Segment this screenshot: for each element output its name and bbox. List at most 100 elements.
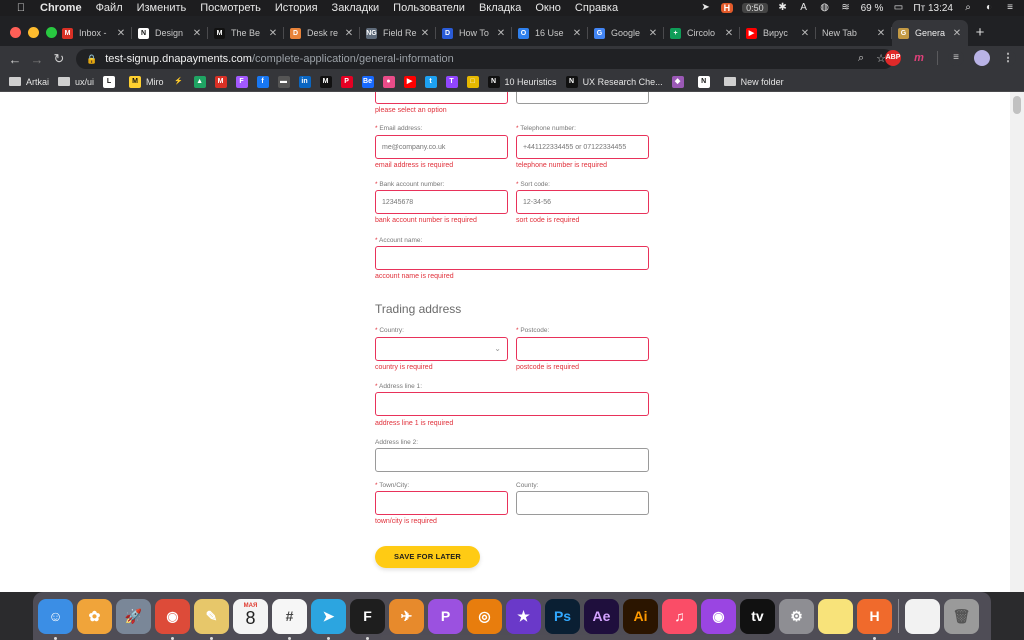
bank-account-field[interactable] xyxy=(375,190,508,214)
browser-tab[interactable]: G Google ✕ xyxy=(588,20,664,46)
apple-tv-icon[interactable]: tv xyxy=(740,598,775,634)
figma-icon[interactable]: F xyxy=(235,75,248,88)
browser-tab[interactable]: New Tab ✕ xyxy=(816,20,892,46)
forward-arrow-icon[interactable]: → xyxy=(26,52,48,67)
adblock-plus-icon[interactable]: ABP xyxy=(885,50,901,66)
reload-icon[interactable]: ↻ xyxy=(48,51,70,67)
screenshot-icon[interactable]: ◍ xyxy=(819,3,831,13)
behance-icon[interactable]: Be xyxy=(361,75,374,88)
bookmark-item[interactable]: New folder xyxy=(723,77,784,87)
twitter-icon[interactable]: t xyxy=(424,75,437,88)
browser-tab[interactable]: ▶ Вирус ✕ xyxy=(740,20,816,46)
menubar-clock[interactable]: Пт 13:24 xyxy=(913,3,953,14)
bookmark-item[interactable]: L xyxy=(103,75,120,88)
dribbble-icon[interactable]: ● xyxy=(382,75,395,88)
previous-select-field[interactable] xyxy=(375,92,508,104)
twitch-icon[interactable]: T xyxy=(445,75,458,88)
timer-readout[interactable]: 0:50 xyxy=(742,3,768,13)
address-line-1-field[interactable] xyxy=(375,392,649,416)
save-for-later-button[interactable]: SAVE FOR LATER xyxy=(375,546,480,568)
close-window-button[interactable] xyxy=(10,27,21,38)
illustrator-icon[interactable]: Ai xyxy=(623,598,658,634)
calendar-icon[interactable]: МАЯ 8 xyxy=(233,598,268,634)
imovie-icon[interactable]: ★ xyxy=(506,598,541,634)
bookmark-item[interactable]: N 10 Heuristics xyxy=(487,75,557,88)
launchpad-icon[interactable]: 🚀 xyxy=(116,598,151,634)
bookmark-item[interactable]: Artkai xyxy=(9,77,49,87)
youtube-icon[interactable]: ▶ xyxy=(403,75,416,88)
bar-icon[interactable]: ▬ xyxy=(277,75,290,88)
close-tab-icon[interactable]: ✕ xyxy=(496,28,506,39)
user-switch-icon[interactable]: ◐ xyxy=(983,3,995,13)
figma-icon[interactable]: F xyxy=(350,598,385,640)
document-icon[interactable] xyxy=(905,598,940,634)
facebook-icon[interactable]: f xyxy=(256,75,269,88)
system-preferences-icon[interactable]: ⚙ xyxy=(779,598,814,634)
close-tab-icon[interactable]: ✕ xyxy=(800,28,810,39)
browser-tab[interactable]: NG Field Re ✕ xyxy=(360,20,436,46)
previous-text-field[interactable] xyxy=(516,92,649,104)
bookmark-item[interactable]: ◆ xyxy=(671,75,689,88)
timer-app-icon[interactable]: H xyxy=(720,3,734,13)
bookmark-item[interactable]: ux/ui xyxy=(58,77,94,87)
profile-avatar[interactable] xyxy=(974,50,990,66)
notes-icon[interactable]: ✎ xyxy=(194,598,229,640)
box-icon[interactable]: □ xyxy=(466,75,479,88)
reading-list-icon[interactable]: ≡ xyxy=(948,50,964,66)
town-city-field[interactable] xyxy=(375,491,508,515)
battery-percent[interactable]: 69 % xyxy=(861,3,884,14)
close-tab-icon[interactable]: ✕ xyxy=(268,28,278,39)
close-tab-icon[interactable]: ✕ xyxy=(572,28,582,39)
menu-file[interactable]: Файл xyxy=(96,2,123,14)
zoom-search-icon[interactable]: ⌕ xyxy=(858,52,864,65)
bluetooth-icon[interactable]: ✱ xyxy=(777,3,789,13)
bookmark-item[interactable]: M Miro xyxy=(129,75,164,88)
spotlight-icon[interactable]: ⌕ xyxy=(962,3,974,13)
browser-tab[interactable]: M The Be ✕ xyxy=(208,20,284,46)
gmail-icon[interactable]: M xyxy=(214,75,227,88)
close-tab-icon[interactable]: ✕ xyxy=(344,28,354,39)
trash-icon[interactable]: 🗑 xyxy=(944,598,979,634)
new-tab-button[interactable]: + xyxy=(968,20,992,46)
address-line-2-field[interactable] xyxy=(375,448,649,472)
marvel-extension-icon[interactable]: m xyxy=(911,50,927,66)
scrollbar-thumb[interactable] xyxy=(1013,96,1021,114)
browser-tab[interactable]: O 16 Use ✕ xyxy=(512,20,588,46)
menu-bookmarks[interactable]: Закладки xyxy=(332,2,380,14)
lock-icon[interactable]: 🔒 xyxy=(86,54,97,65)
sort-code-field[interactable] xyxy=(516,190,649,214)
close-tab-icon[interactable]: ✕ xyxy=(192,28,202,39)
menu-help[interactable]: Справка xyxy=(575,2,618,14)
menu-tab[interactable]: Вкладка xyxy=(479,2,521,14)
photoshop-icon[interactable]: Ps xyxy=(545,598,580,634)
account-name-field[interactable] xyxy=(375,246,649,270)
bookmark-item[interactable]: N UX Research Che... xyxy=(565,75,663,88)
country-select[interactable]: ⌄ xyxy=(375,337,508,361)
menu-edit[interactable]: Изменить xyxy=(137,2,187,14)
browser-tab[interactable]: D How To ✕ xyxy=(436,20,512,46)
blender-icon[interactable]: ◎ xyxy=(467,598,502,634)
minimize-window-button[interactable] xyxy=(28,27,39,38)
notification-center-icon[interactable]: ≡ xyxy=(1004,3,1016,13)
close-tab-icon[interactable]: ✕ xyxy=(420,28,430,39)
phone-field[interactable] xyxy=(516,135,649,159)
browser-tab[interactable]: D Desk re ✕ xyxy=(284,20,360,46)
browser-tab[interactable]: + Circolo ✕ xyxy=(664,20,740,46)
music-icon[interactable]: ♫ xyxy=(662,598,697,634)
menu-window[interactable]: Окно xyxy=(535,2,561,14)
address-bar[interactable]: 🔒 test-signup.dnapayments.com/complete-a… xyxy=(76,49,894,69)
close-tab-icon[interactable]: ✕ xyxy=(876,28,886,39)
stickies-icon[interactable] xyxy=(818,598,853,634)
menu-people[interactable]: Пользователи xyxy=(393,2,465,14)
browser-tab[interactable]: G Genera ✕ xyxy=(892,20,968,46)
linkedin-icon[interactable]: in xyxy=(298,75,311,88)
close-tab-icon[interactable]: ✕ xyxy=(952,28,962,39)
medium-icon[interactable]: M xyxy=(319,75,332,88)
keyboard-layout-icon[interactable]: A xyxy=(798,3,810,13)
finder-icon[interactable]: ☺ xyxy=(38,598,73,640)
kite-icon[interactable]: ✈ xyxy=(389,598,424,634)
county-field[interactable] xyxy=(516,491,649,515)
pockity-icon[interactable]: P xyxy=(428,598,463,634)
photos-icon[interactable]: ✿ xyxy=(77,598,112,634)
bookmark-item[interactable]: N xyxy=(697,75,715,88)
